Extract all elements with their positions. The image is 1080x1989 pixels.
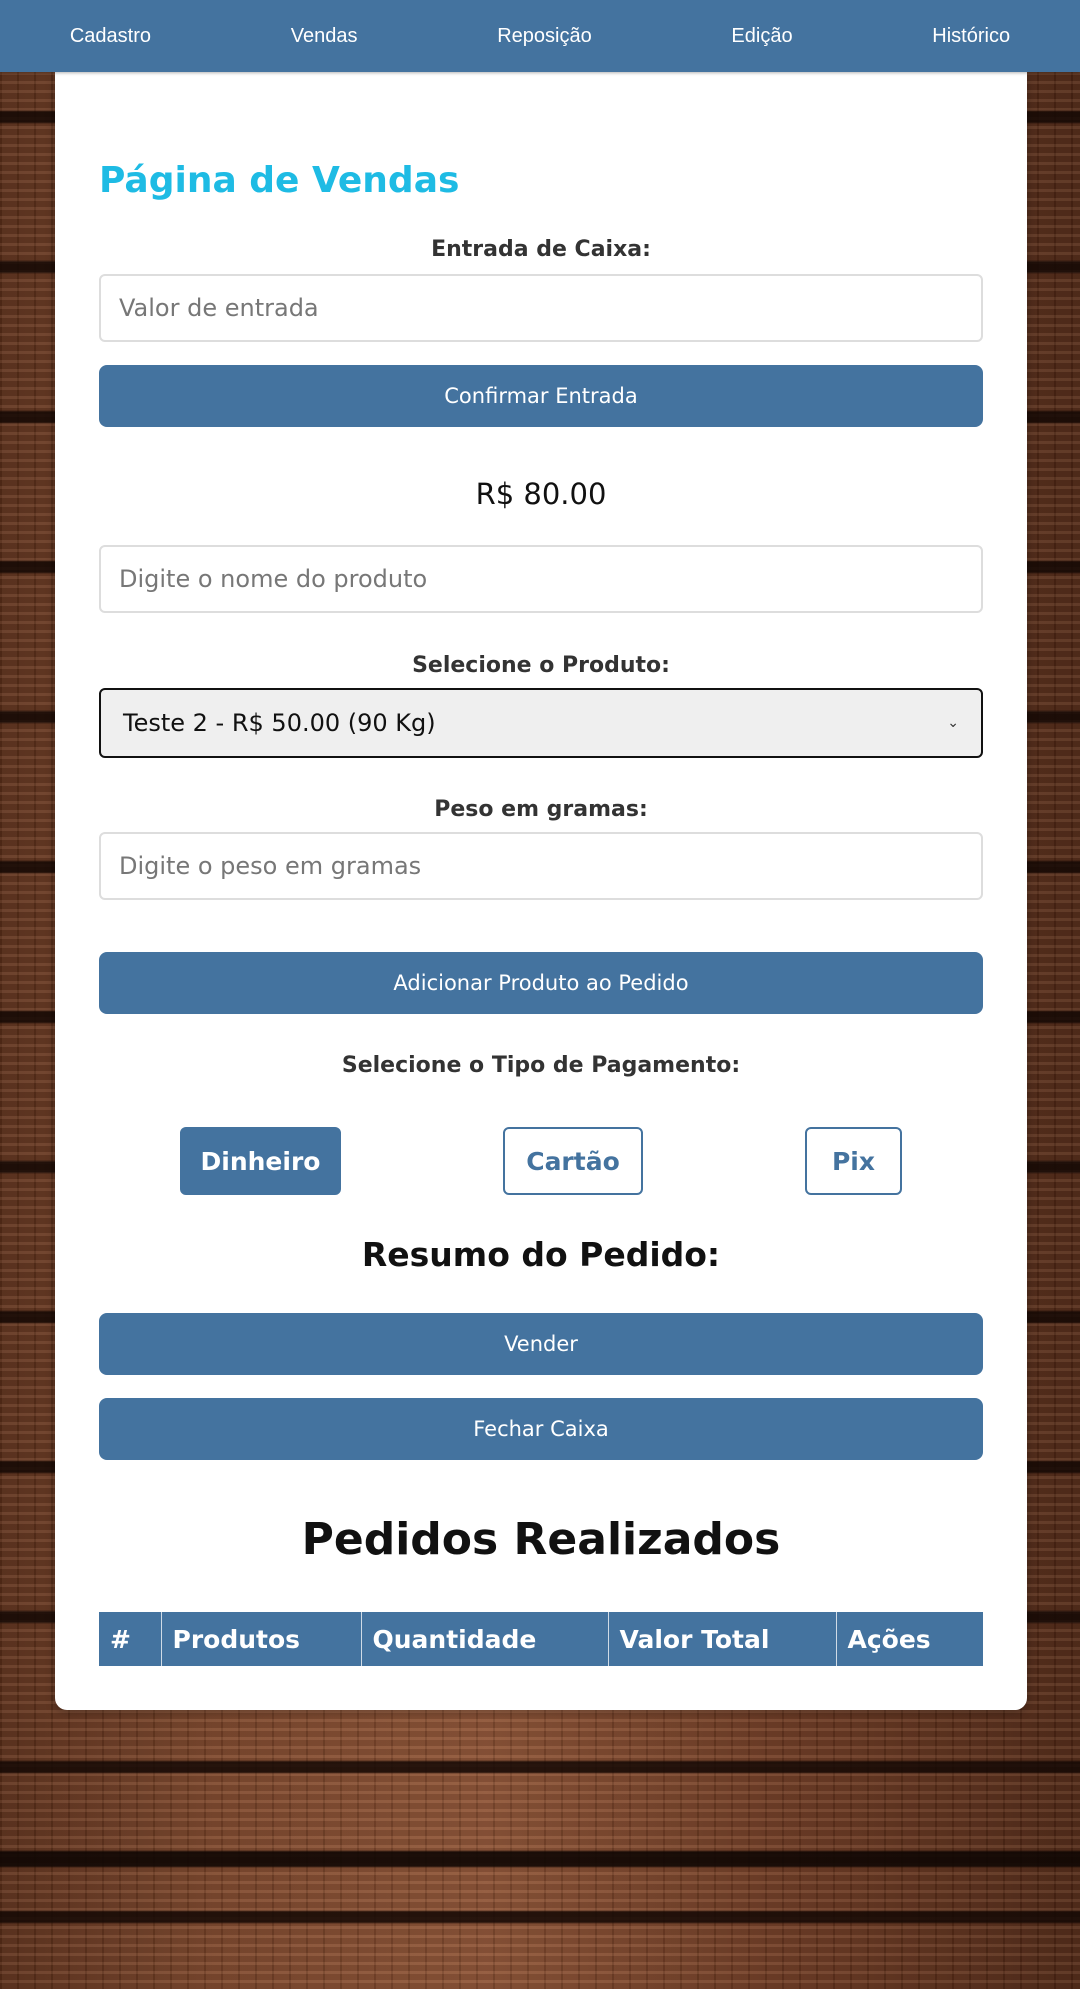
nav-link-cadastro[interactable]: Cadastro (50, 17, 171, 56)
payment-dinheiro-button[interactable]: Dinheiro (180, 1127, 341, 1195)
product-search-input[interactable] (99, 545, 983, 613)
weight-input[interactable] (99, 832, 983, 900)
cash-entry-label: Entrada de Caixa: (431, 237, 651, 262)
payment-cartao-button[interactable]: Cartão (503, 1127, 643, 1195)
cash-balance: R$ 80.00 (475, 477, 607, 511)
orders-col-total: Valor Total (608, 1612, 837, 1666)
sell-button[interactable]: Vender (99, 1313, 983, 1375)
sales-card: Página de Vendas Entrada de Caixa: Confi… (55, 72, 1027, 1710)
orders-col-number: # (99, 1612, 162, 1666)
wood-background (0, 1710, 1080, 1989)
chevron-down-icon: ⌄ (947, 715, 959, 731)
product-select-label: Selecione o Produto: (412, 653, 670, 678)
orders-table-header-row: # Produtos Quantidade Valor Total Ações (99, 1612, 983, 1666)
product-select-value: Teste 2 - R$ 50.00 (90 Kg) (123, 709, 436, 737)
nav-link-edicao[interactable]: Edição (711, 17, 812, 56)
orders-col-products: Produtos (161, 1612, 362, 1666)
add-product-button[interactable]: Adicionar Produto ao Pedido (99, 952, 983, 1014)
orders-col-quantity: Quantidade (361, 1612, 609, 1666)
nav-link-historico[interactable]: Histórico (912, 17, 1030, 56)
nav-link-reposicao[interactable]: Reposição (477, 17, 612, 56)
cash-entry-input[interactable] (99, 274, 983, 342)
orders-col-actions: Ações (836, 1612, 983, 1666)
orders-title: Pedidos Realizados (301, 1514, 781, 1565)
page-title: Página de Vendas (99, 160, 460, 201)
nav-link-vendas[interactable]: Vendas (271, 17, 378, 56)
top-navbar: Cadastro Vendas Reposição Edição Históri… (0, 0, 1080, 72)
weight-label: Peso em gramas: (434, 797, 648, 822)
order-summary-title: Resumo do Pedido: (361, 1235, 721, 1274)
payment-pix-button[interactable]: Pix (805, 1127, 902, 1195)
product-select[interactable]: Teste 2 - R$ 50.00 (90 Kg) ⌄ (99, 688, 983, 758)
payment-type-label: Selecione o Tipo de Pagamento: (341, 1053, 741, 1078)
confirm-entry-button[interactable]: Confirmar Entrada (99, 365, 983, 427)
close-register-button[interactable]: Fechar Caixa (99, 1398, 983, 1460)
orders-table: # Produtos Quantidade Valor Total Ações (99, 1612, 983, 1666)
